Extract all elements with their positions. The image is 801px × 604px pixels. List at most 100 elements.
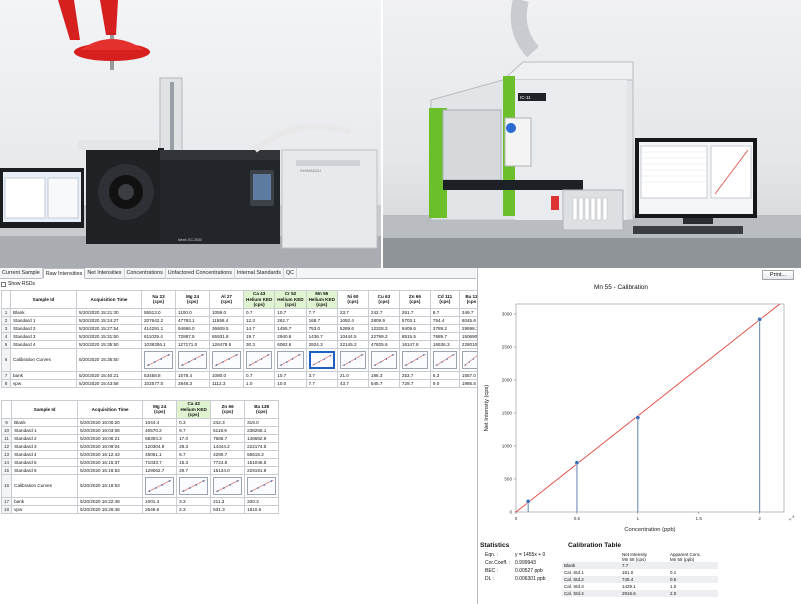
intensity-cell[interactable]: 47825.6 [367,339,400,349]
intensity-cell[interactable]: 545.7 [367,378,400,388]
intensity-cell[interactable]: 207642.2 [141,315,176,325]
calibration-table-row[interactable]: Cal. Std.4 2916.6 2.0 [562,590,718,597]
acquisition-time-cell[interactable]: 5/20/2020 15:21:30 [76,307,142,317]
intensity-cell[interactable] [210,473,246,498]
column-header[interactable]: Cr 52 Helium KED (cps) [274,290,307,309]
intensity-cell[interactable]: 12328.3 [367,323,400,333]
intensity-cell[interactable]: 68304.3 [142,433,178,443]
table-row[interactable]: 10 Standard 1 5/20/2020 16:03:08 40570.2 9.7… [0,425,280,435]
intensity-cell[interactable] [142,473,178,498]
intensity-cell[interactable]: 21.0 [336,370,369,380]
intensity-cell[interactable]: 1044.4 [142,417,178,427]
intensity-cell[interactable]: 631.3 [210,504,246,514]
row-index-cell[interactable]: 16 [0,473,13,498]
mini-calibration-curve-thumbnail[interactable] [145,476,175,495]
acquisition-time-cell[interactable]: 5/20/2020 15:31:50 [76,331,142,341]
intensity-cell[interactable]: 30.3 [242,339,276,349]
tab-raw-intensities[interactable]: Raw Intensities [42,268,86,279]
intensity-cell[interactable] [274,347,307,372]
intensity-cell[interactable]: 28.3 [176,441,212,451]
row-index-cell[interactable]: 2 [1,315,11,325]
sample-id-cell[interactable]: Standard 2 [11,433,79,443]
row-index-cell[interactable]: 1 [1,307,11,317]
calibration-table-row[interactable]: Cal. Std.3 1429.1 1.0 [562,583,718,590]
intensity-cell[interactable]: 3.7 [305,370,338,380]
column-header[interactable]: Mg 24 (cps) [142,400,178,419]
calibration-chart[interactable]: 0 500 1000 1500 2000 2500 3000 0 0.5 1 1.5 2 Concent… [478,290,801,535]
acquisition-time-cell[interactable]: 5/20/2020 15:35:50 [76,339,142,349]
acquisition-time-cell[interactable]: 5/20/2020 16:26:48 [77,504,144,514]
acquisition-time-cell[interactable]: 5/20/2020 16:15:37 [77,457,144,467]
intensity-cell[interactable]: 262.7 [274,315,307,325]
mini-calibration-curve-thumbnail[interactable] [212,350,241,369]
intensity-cell[interactable]: 222174.5 [244,441,280,451]
intensity-cell[interactable]: 6.7 [176,449,212,459]
table-row[interactable]: 11 Standard 2 5/20/2020 16:06:21 68304.3 17.… [0,433,280,443]
header-index-cell[interactable] [0,400,13,419]
acquisition-time-cell[interactable]: 5/20/2020 16:18:53 [77,473,144,498]
mini-calibration-curve-thumbnail[interactable] [179,476,209,495]
intensity-cell[interactable]: 16147.8 [398,339,431,349]
intensity-cell[interactable]: 168.7 [305,315,338,325]
intensity-cell[interactable]: 22145.2 [336,339,369,349]
column-header[interactable]: Ni 60 (cps) [336,290,369,309]
intensity-cell[interactable]: 1092.4 [336,315,369,325]
table-row[interactable]: 17 bank 5/20/2020 16:22:48 1001.4 3.3 211.3 33… [0,496,280,506]
acquisition-time-cell[interactable]: 5/20/2020 15:40:21 [76,370,142,380]
intensity-cell[interactable]: 1436.7 [305,331,338,341]
intensity-cell[interactable]: 330.3 [244,496,280,506]
intensity-cell[interactable]: 1059.0 [209,307,244,317]
column-header[interactable]: Sample Id [11,400,79,419]
mini-calibration-curve-thumbnail[interactable] [370,350,397,369]
acquisition-time-cell[interactable]: 5/20/2020 15:35:50 [76,347,142,372]
intensity-cell[interactable]: 55615.3 [244,449,280,459]
intensity-cell[interactable]: 2549.6 [142,504,178,514]
sample-id-cell[interactable]: Standard 5 [11,457,79,467]
tab-internal-standards[interactable]: Internal Standards [235,268,284,279]
calibration-table-row[interactable]: Cal. Std.2 745.4 0.5 [562,576,718,583]
sample-id-cell[interactable]: Standard 6 [11,465,79,475]
intensity-cell[interactable]: 10.0 [274,378,307,388]
intensity-cell[interactable] [398,347,431,372]
table-row[interactable]: 7 bank 5/20/2020 15:40:21 53458.8 1578.4 1080… [1,370,485,380]
intensity-cell[interactable]: 15134.0 [210,465,246,475]
intensity-cell[interactable]: 16536.3 [429,339,460,349]
column-header[interactable]: Acquisition Time [77,400,144,419]
intensity-cell[interactable]: 754.4 [429,315,460,325]
intensity-cell[interactable]: 7686.7 [210,433,246,443]
intensity-cell[interactable]: 7689.7 [429,331,460,341]
intensity-cell[interactable]: 6.3 [429,370,460,380]
sample-id-cell[interactable]: Standard 3 [10,331,77,341]
intensity-cell[interactable]: 1810.6 [244,504,280,514]
intensity-cell[interactable]: 47793.1 [175,315,210,325]
row-index-cell[interactable]: 7 [1,370,11,380]
sample-id-cell[interactable]: vpw [10,378,77,388]
mini-calibration-curve-thumbnail[interactable] [401,350,428,369]
intensity-cell[interactable]: 5289.6 [336,323,369,333]
intensity-cell[interactable]: 53458.8 [141,370,176,380]
intensity-cell[interactable]: 9.7 [176,425,212,435]
intensity-cell[interactable]: 253.7 [398,370,431,380]
intensity-cell[interactable]: 1100.0 [175,307,210,317]
intensity-cell[interactable] [175,347,210,372]
table-row[interactable]: 8 vpw 5/20/2020 15:43:58 102577.0 2846.3 1112… [1,378,485,388]
intensity-cell[interactable]: 5118.9 [210,425,246,435]
intensity-cell[interactable]: 1080.0 [209,370,244,380]
tab-concentrations[interactable]: Concentrations [125,268,166,279]
table-row[interactable]: 1 Blank 5/20/2020 15:21:30 55513.0 1100.0 105… [1,307,485,317]
intensity-cell[interactable]: 2.3 [176,504,212,514]
intensity-cell[interactable]: 1112.3 [209,378,244,388]
intensity-cell[interactable] [305,347,338,372]
intensity-cell[interactable]: 55513.0 [141,307,176,317]
intensity-cell[interactable]: 10444.5 [336,331,369,341]
intensity-cell[interactable]: 2809.9 [367,315,400,325]
acquisition-time-cell[interactable]: 5/20/2020 16:00:20 [77,417,144,427]
intensity-cell[interactable]: 1.0 [242,378,276,388]
sample-id-cell[interactable]: Standard 4 [11,449,79,459]
table-row[interactable]: 15 Standard 6 5/20/2020 16:18:53 129062.7 29… [0,465,280,475]
column-header[interactable]: Sample Id [10,290,77,309]
table-row[interactable]: 6 Calibration Curves 5/20/2020 15:35:50 [1,347,485,372]
intensity-cell[interactable]: 120304.9 [142,441,178,451]
table-row[interactable]: 18 vpw 5/20/2020 16:26:48 2549.6 2.3 631.3 181… [0,504,280,514]
row-index-cell[interactable]: 6 [1,347,11,372]
